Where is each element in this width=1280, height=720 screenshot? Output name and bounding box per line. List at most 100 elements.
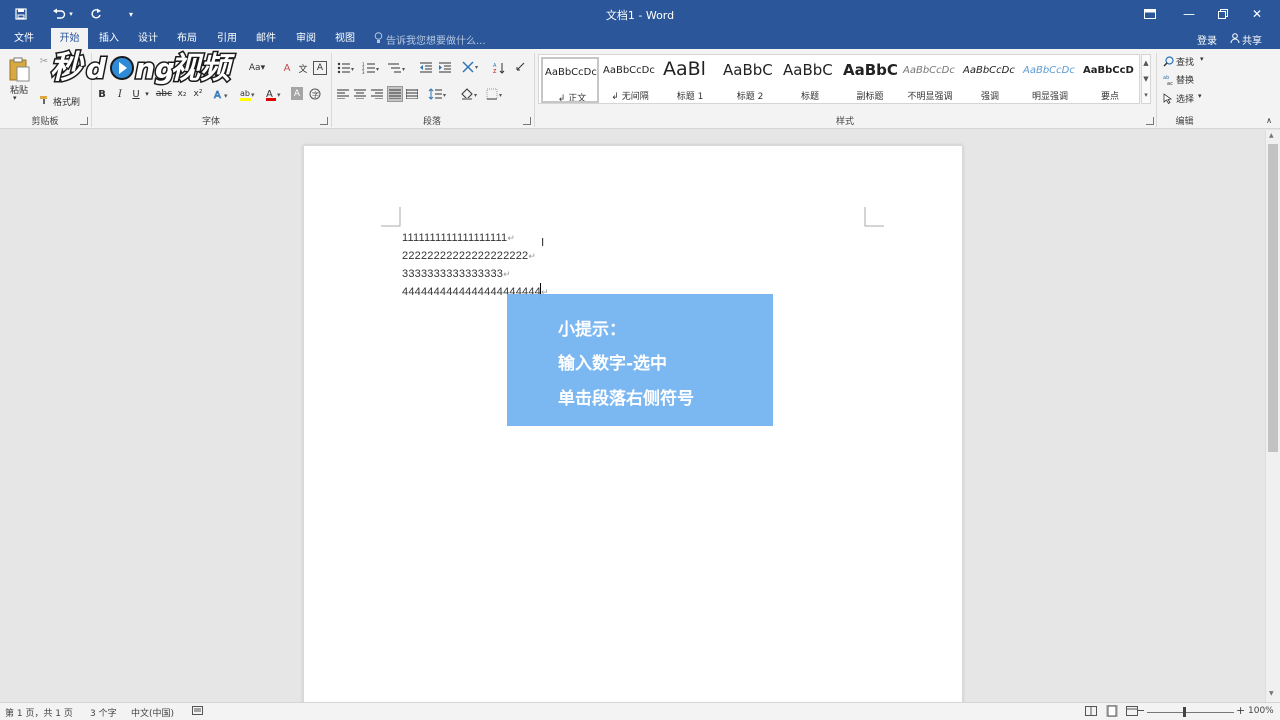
styles-gallery-scroll[interactable]: ▲ ▼ ▾: [1141, 54, 1151, 104]
chinese-layout-icon[interactable]: ▾: [460, 59, 482, 75]
style-intense-emphasis[interactable]: AaBbCcDc 明显强调: [1021, 57, 1079, 103]
zoom-slider[interactable]: [1147, 712, 1234, 713]
line-spacing-icon[interactable]: ▾: [427, 87, 449, 101]
svg-text:▾: ▾: [376, 66, 379, 73]
tab-mailings[interactable]: 邮件: [249, 28, 283, 49]
read-mode-icon[interactable]: [1085, 706, 1097, 719]
borders-icon[interactable]: ▾: [485, 87, 507, 101]
tab-view[interactable]: 视图: [328, 28, 362, 49]
document-line[interactable]: 3333333333333333↵: [402, 268, 511, 280]
enclose-chars-icon[interactable]: 字: [308, 87, 322, 101]
style-heading-2[interactable]: AaBbC 标题 2: [721, 57, 779, 103]
collapse-ribbon-icon[interactable]: ∧: [1264, 115, 1274, 125]
svg-text:字: 字: [312, 90, 319, 99]
close-icon[interactable]: ✕: [1240, 0, 1274, 28]
tab-review[interactable]: 审阅: [289, 28, 323, 49]
paragraph-launcher-icon[interactable]: [523, 117, 531, 125]
scroll-up-icon[interactable]: ▲: [1143, 59, 1148, 67]
style-no-spacing[interactable]: AaBbCcDc ↲ 无间隔: [601, 57, 659, 103]
clear-formatting-icon[interactable]: A: [280, 61, 294, 75]
minimize-icon[interactable]: —: [1172, 0, 1206, 28]
tip-line: 输入数字-选中: [558, 354, 668, 374]
align-left-icon[interactable]: [336, 87, 350, 101]
numbering-icon[interactable]: 1 2 3 ▾: [361, 61, 381, 75]
style-normal[interactable]: AaBbCcDc ↲ 正文: [541, 57, 599, 103]
zoom-level[interactable]: 100%: [1248, 706, 1274, 716]
restore-icon[interactable]: [1206, 0, 1240, 28]
distributed-icon[interactable]: [405, 87, 419, 101]
bold-button[interactable]: B: [96, 87, 108, 101]
find-dropdown-icon[interactable]: ▾: [1200, 55, 1204, 63]
style-title[interactable]: AaBbC 标题: [781, 57, 839, 103]
underline-button[interactable]: U: [130, 87, 142, 101]
increase-indent-icon[interactable]: [437, 61, 453, 75]
style-emphasis[interactable]: AaBbCcDc 强调: [961, 57, 1019, 103]
sort-icon[interactable]: AZ: [492, 61, 506, 75]
zoom-in-icon[interactable]: +: [1236, 704, 1245, 717]
style-strong[interactable]: AaBbCcD 要点: [1081, 57, 1139, 103]
replace-icon[interactable]: ab ac: [1162, 73, 1174, 85]
replace-label[interactable]: 替换: [1176, 73, 1194, 86]
tab-file[interactable]: 文件: [6, 28, 42, 49]
document-line[interactable]: 1111111111111111111↵: [402, 232, 515, 244]
underline-dropdown-icon[interactable]: ▾: [143, 87, 151, 101]
style-subtle-emphasis[interactable]: AaBbCcDc 不明显强调: [901, 57, 959, 103]
subscript-button[interactable]: x₂: [175, 87, 189, 101]
strikethrough-button[interactable]: abc: [155, 87, 173, 101]
multilevel-list-icon[interactable]: ▾: [386, 61, 408, 75]
scroll-up-icon[interactable]: ▲: [1269, 132, 1274, 139]
superscript-button[interactable]: x²: [191, 87, 205, 101]
login-link[interactable]: 登录: [1197, 32, 1217, 47]
ribbon-display-icon[interactable]: [1133, 0, 1167, 28]
style-preview: AaBbCcDc: [603, 65, 655, 76]
shading-icon[interactable]: ▾: [459, 87, 481, 101]
phonetic-guide-icon[interactable]: 文: [296, 61, 310, 75]
share-button[interactable]: 共享: [1230, 32, 1262, 47]
show-marks-icon[interactable]: [513, 61, 527, 75]
select-icon[interactable]: [1162, 92, 1174, 104]
justify-icon[interactable]: [387, 86, 403, 102]
paragraph-mark-icon: ↵: [528, 251, 537, 261]
style-heading-1[interactable]: AaBl 标题 1: [661, 57, 719, 103]
macro-record-icon[interactable]: [192, 705, 203, 719]
align-right-icon[interactable]: [370, 87, 384, 101]
align-center-icon[interactable]: [353, 87, 367, 101]
scrollbar-thumb[interactable]: [1268, 144, 1278, 452]
text-effects-icon[interactable]: A ▾: [212, 87, 232, 101]
styles-launcher-icon[interactable]: [1146, 117, 1154, 125]
italic-button[interactable]: I: [114, 87, 126, 101]
font-launcher-icon[interactable]: [320, 117, 328, 125]
find-label[interactable]: 查找: [1176, 55, 1194, 68]
char-border-icon[interactable]: A: [313, 61, 327, 75]
font-color-icon[interactable]: A ▾: [264, 87, 284, 101]
document-line[interactable]: 22222222222222222222↵: [402, 250, 536, 262]
zoom-slider-thumb[interactable]: [1183, 707, 1186, 717]
char-shading-icon[interactable]: A: [291, 87, 303, 100]
bullets-icon[interactable]: ▾: [336, 61, 356, 75]
tell-me-box[interactable]: 告诉我您想要做什么...: [374, 31, 486, 47]
format-painter-icon[interactable]: [38, 94, 50, 106]
more-styles-icon[interactable]: ▾: [1144, 91, 1148, 99]
svg-text:▾: ▾: [351, 66, 354, 73]
change-case-icon[interactable]: Aa▾: [247, 61, 267, 75]
word-count[interactable]: 3 个字: [90, 706, 117, 719]
paste-icon[interactable]: [6, 55, 32, 85]
style-subtitle[interactable]: AaBbC 副标题: [841, 57, 899, 103]
select-label[interactable]: 选择: [1176, 92, 1194, 105]
select-dropdown-icon[interactable]: ▾: [1198, 92, 1202, 100]
scroll-down-icon[interactable]: ▼: [1143, 75, 1148, 83]
scroll-down-icon[interactable]: ▼: [1269, 690, 1274, 697]
decrease-indent-icon[interactable]: [418, 61, 434, 75]
highlight-icon[interactable]: ab ▾: [238, 87, 258, 101]
svg-text:▾: ▾: [475, 64, 478, 71]
zoom-out-icon[interactable]: −: [1136, 704, 1145, 717]
find-icon[interactable]: [1162, 55, 1174, 67]
svg-text:3: 3: [362, 70, 365, 74]
clipboard-launcher-icon[interactable]: [80, 117, 88, 125]
format-painter-label[interactable]: 格式刷: [53, 95, 80, 108]
language[interactable]: 中文(中国): [131, 706, 174, 719]
paste-dropdown-icon[interactable]: ▾: [13, 94, 17, 102]
vertical-scrollbar[interactable]: ▲ ▼: [1265, 130, 1280, 702]
print-layout-icon[interactable]: [1106, 705, 1118, 720]
page-count[interactable]: 第 1 页，共 1 页: [5, 706, 73, 719]
